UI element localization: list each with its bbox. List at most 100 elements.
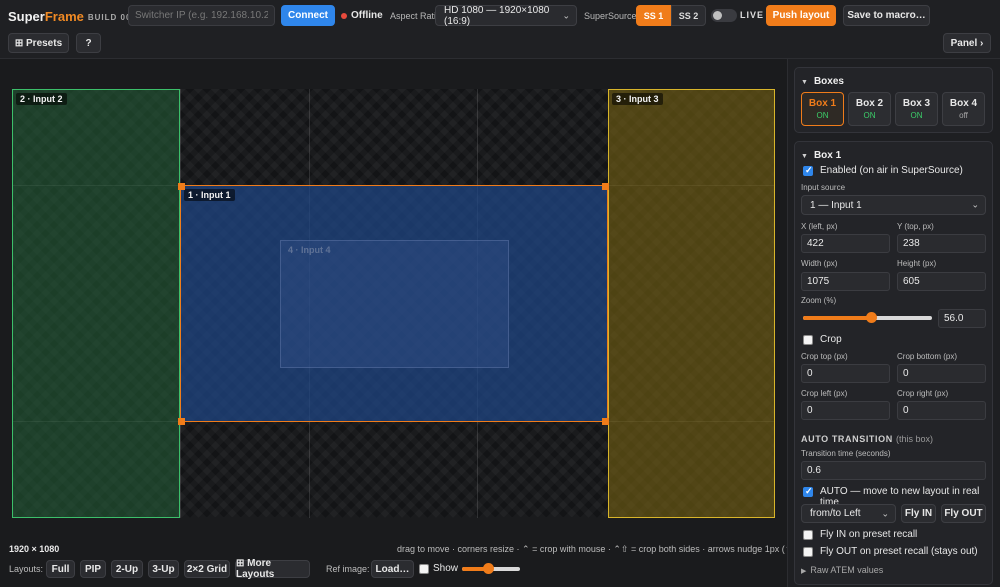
height-label: Height (px) <box>897 259 937 268</box>
crop-left-input[interactable]: 0 <box>801 401 890 420</box>
collapse-triangle-icon: ▼ <box>801 153 808 160</box>
controls-hint: drag to move · corners resize · ⌃ = crop… <box>397 544 826 554</box>
layout-full-button[interactable]: Full <box>46 560 75 578</box>
box-button-state: ON <box>863 111 876 120</box>
width-input[interactable]: 1075 <box>801 272 890 291</box>
crop-top-input[interactable]: 0 <box>801 364 890 383</box>
chevron-down-icon: ⌄ <box>562 10 570 20</box>
presets-button[interactable]: ⊞ Presets <box>8 33 69 53</box>
zoom-input[interactable]: 56.0 <box>938 309 986 328</box>
x-label: X (left, px) <box>801 222 838 231</box>
collapse-triangle-icon: ▼ <box>801 79 808 86</box>
box-2-button[interactable]: Box 2 ON <box>848 92 891 126</box>
expand-triangle-icon: ▶ <box>801 568 807 575</box>
crop-bottom-label: Crop bottom (px) <box>897 352 958 361</box>
transition-time-input[interactable]: 0.6 <box>801 461 986 480</box>
ref-image-label: Ref image: <box>326 564 370 574</box>
crop-checkbox[interactable] <box>803 335 813 345</box>
fly-direction-value: from/to Left <box>810 508 861 519</box>
tab-ss1[interactable]: SS 1 <box>636 5 671 26</box>
live-toggle[interactable] <box>711 9 737 22</box>
status-dot-icon <box>341 12 347 19</box>
box-label: 3 · Input 3 <box>612 93 663 105</box>
y-input[interactable]: 238 <box>897 234 986 253</box>
supersource-label: SuperSource <box>584 11 637 21</box>
layout-2up-button[interactable]: 2-Up <box>111 560 143 578</box>
height-input[interactable]: 605 <box>897 272 986 291</box>
resize-handle-bottom-right[interactable] <box>602 418 609 425</box>
layout-pip-button[interactable]: PIP <box>80 560 106 578</box>
panel-toggle-button[interactable]: Panel › <box>943 33 991 53</box>
box-button-state: ON <box>816 111 829 120</box>
auto-transition-note: (this box) <box>895 434 933 444</box>
box-label: 2 · Input 2 <box>16 93 67 105</box>
zoom-slider[interactable] <box>803 312 932 323</box>
supersource-tabs: SS 1 SS 2 <box>636 5 706 26</box>
resize-handle-top-right[interactable] <box>602 183 609 190</box>
aspect-ratio-select[interactable]: HD 1080 — 1920×1080 (16:9) ⌄ <box>435 4 577 27</box>
brand-main: Super <box>8 9 45 24</box>
layout-3up-button[interactable]: 3-Up <box>148 560 179 578</box>
app-logo: SuperFrame BUILD 0043 <box>8 9 142 24</box>
help-button[interactable]: ? <box>76 33 101 53</box>
crop-left-label: Crop left (px) <box>801 389 848 398</box>
crop-bottom-input[interactable]: 0 <box>897 364 986 383</box>
toggle-knob <box>713 11 722 20</box>
load-ref-image-button[interactable]: Load… <box>371 560 414 578</box>
ref-opacity-slider[interactable] <box>462 563 520 574</box>
resolution-label: 1920 × 1080 <box>9 544 60 554</box>
enabled-checkbox[interactable] <box>803 165 813 176</box>
crop-right-label: Crop right (px) <box>897 389 949 398</box>
input-source-value: 1 — Input 1 <box>810 199 862 211</box>
aspect-ratio-value: HD 1080 — 1920×1080 (16:9) <box>444 4 550 27</box>
input-source-select[interactable]: 1 — Input 1 ⌄ <box>801 195 986 215</box>
enabled-label: Enabled (on air in SuperSource) <box>820 165 963 176</box>
layout-box-4[interactable]: 4 · Input 4 <box>280 240 509 368</box>
y-label: Y (top, px) <box>897 222 934 231</box>
boxes-title[interactable]: ▼ Boxes <box>801 76 844 87</box>
layout-box-3[interactable]: 3 · Input 3 <box>608 89 775 518</box>
box-label: 4 · Input 4 <box>288 245 331 255</box>
fly-in-recall-checkbox[interactable] <box>803 530 813 540</box>
fly-in-button[interactable]: Fly IN <box>901 504 936 523</box>
crop-right-input[interactable]: 0 <box>897 401 986 420</box>
show-ref-label: Show <box>433 563 459 574</box>
resize-handle-top-left[interactable] <box>178 183 185 190</box>
box-settings-title-text: Box 1 <box>813 150 842 161</box>
layout-box-2[interactable]: 2 · Input 2 <box>12 89 180 518</box>
box-button-state: ON <box>910 111 923 120</box>
aspect-ratio-label: Aspect Ratio <box>390 11 442 21</box>
raw-atem-values-toggle[interactable]: ▶ Raw ATEM values <box>801 565 883 575</box>
layouts-label: Layouts: <box>9 564 44 574</box>
width-label: Width (px) <box>801 259 838 268</box>
slider-thumb[interactable] <box>866 312 877 323</box>
box-1-button[interactable]: Box 1 ON <box>801 92 844 126</box>
box-3-button[interactable]: Box 3 ON <box>895 92 938 126</box>
status-text: Offline <box>351 10 383 21</box>
fly-out-recall-checkbox[interactable] <box>803 547 813 557</box>
box-button-state: off <box>959 111 968 120</box>
box-settings-title[interactable]: ▼ Box 1 <box>801 150 841 161</box>
transition-time-label: Transition time (seconds) <box>801 449 891 458</box>
brand-accent: Frame <box>44 9 84 24</box>
resize-handle-bottom-left[interactable] <box>178 418 185 425</box>
fly-out-button[interactable]: Fly OUT <box>941 504 986 523</box>
more-layouts-button[interactable]: ⊞ More Layouts <box>235 558 310 580</box>
switcher-ip-input[interactable] <box>128 5 275 26</box>
slider-thumb[interactable] <box>483 563 494 574</box>
fly-direction-select[interactable]: from/to Left ⌄ <box>801 504 896 523</box>
tab-ss2[interactable]: SS 2 <box>671 5 706 26</box>
push-layout-button[interactable]: Push layout <box>766 5 836 26</box>
top-bar: SuperFrameBUILD 0043 Connect Offline Asp… <box>0 0 1000 59</box>
layout-2x2-grid-button[interactable]: 2×2 Grid <box>184 560 230 578</box>
layout-stage[interactable]: 2 · Input 2 3 · Input 3 1 · Input 1 4 · … <box>12 89 775 518</box>
x-input[interactable]: 422 <box>801 234 890 253</box>
auto-move-checkbox[interactable] <box>803 486 813 497</box>
save-to-macro-button[interactable]: Save to macro… <box>843 5 930 26</box>
connect-button[interactable]: Connect <box>281 5 335 26</box>
zoom-label: Zoom (%) <box>801 296 837 305</box>
box-4-button[interactable]: Box 4 off <box>942 92 985 126</box>
input-source-label: Input source <box>801 183 846 192</box>
box-button-label: Box 4 <box>949 98 978 109</box>
show-ref-checkbox[interactable] <box>419 564 429 574</box>
